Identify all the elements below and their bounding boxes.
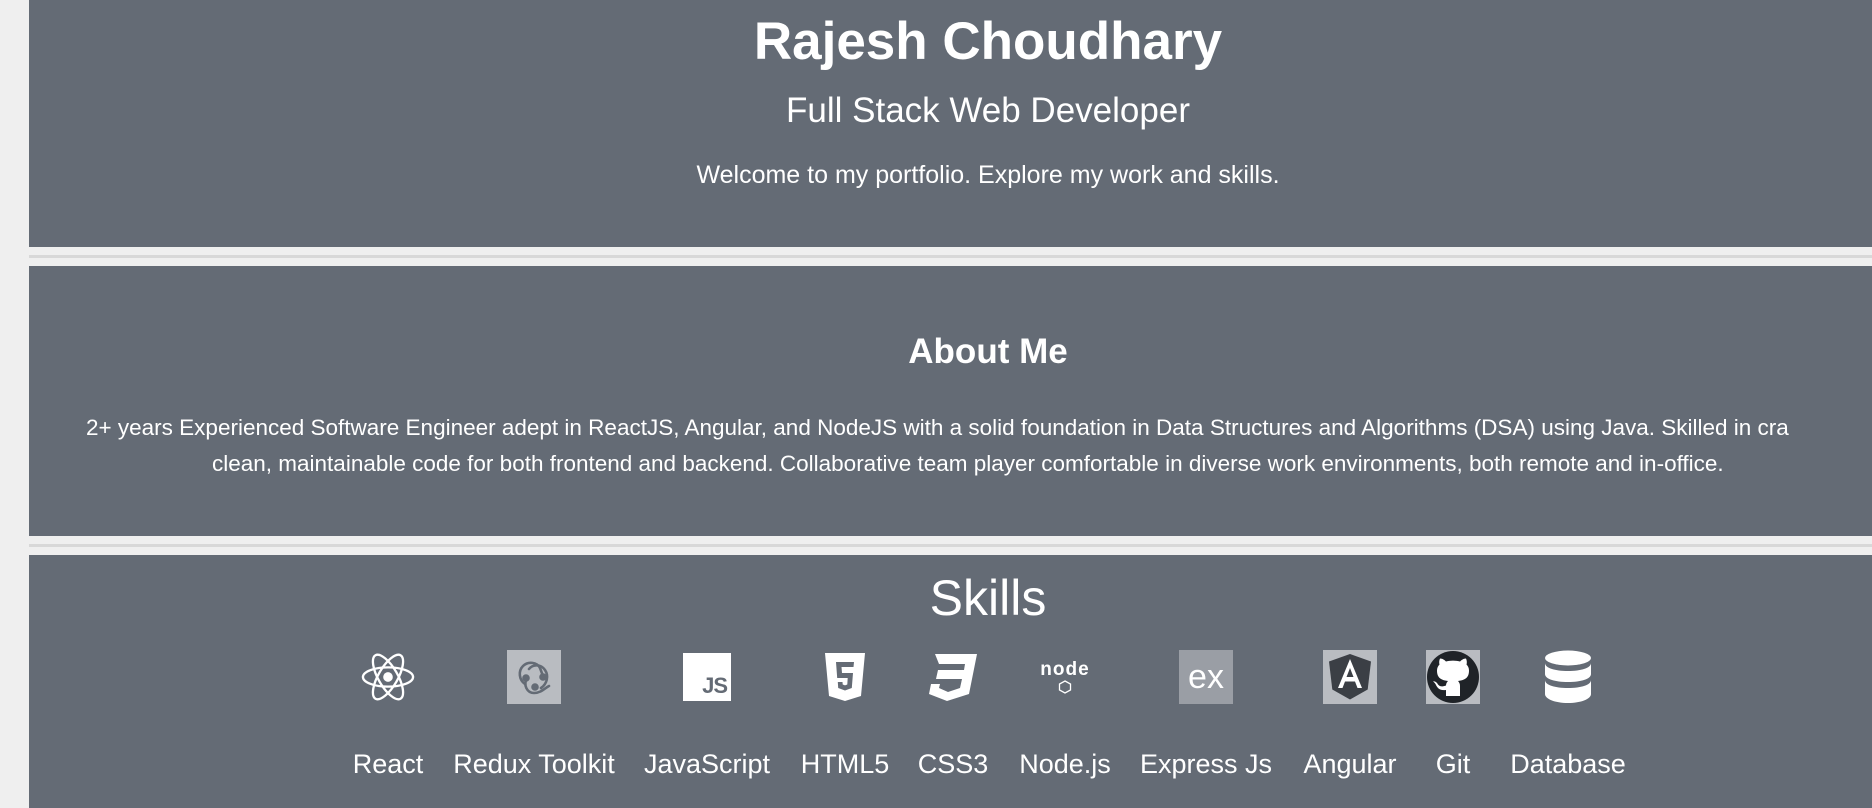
skill-label: Node.js [1019,749,1111,779]
about-description-line-2: clean, maintainable code for both fronte… [212,451,1724,476]
about-section: About Me 2+ years Experienced Software E… [29,266,1872,536]
database-icon [1541,650,1595,704]
skill-label: Angular [1303,749,1397,779]
skill-label: React [352,749,424,779]
hero-section: Rajesh Choudhary Full Stack Web Develope… [29,0,1872,247]
hero-welcome-text: Welcome to my portfolio. Explore my work… [696,161,1280,189]
skill-label: Redux Toolkit [453,749,615,779]
section-divider [29,255,1872,258]
html5-icon [818,650,872,704]
react-icon [361,650,415,704]
css3-icon [926,650,980,704]
about-title: About Me [908,332,1068,371]
section-divider [29,544,1872,547]
skill-label: CSS3 [917,749,989,779]
nodejs-icon-text: node [1040,659,1090,680]
angular-icon [1323,650,1377,704]
nodejs-icon: node [1038,650,1092,704]
express-icon-text: ex [1179,650,1233,704]
skill-label: Git [1435,749,1471,779]
redux-icon [507,650,561,704]
skill-label: Express Js [1139,749,1273,779]
skills-section: Skills React Redux Toolkit JS JavaScript… [29,555,1872,808]
hero-role: Full Stack Web Developer [786,91,1190,130]
hero-name: Rajesh Choudhary [753,12,1223,71]
about-description: 2+ years Experienced Software Engineer a… [58,410,1872,482]
javascript-icon-text: JS [702,673,728,698]
skill-label: JavaScript [643,749,771,779]
javascript-icon: JS [680,650,734,704]
about-description-line-1: 2+ years Experienced Software Engineer a… [86,415,1789,440]
skills-title: Skills [929,570,1047,626]
skill-label: HTML5 [800,749,890,779]
github-icon [1426,650,1480,704]
express-icon: ex [1179,650,1233,704]
portfolio-page: Rajesh Choudhary Full Stack Web Develope… [29,0,1872,808]
skill-label: Database [1510,749,1626,779]
